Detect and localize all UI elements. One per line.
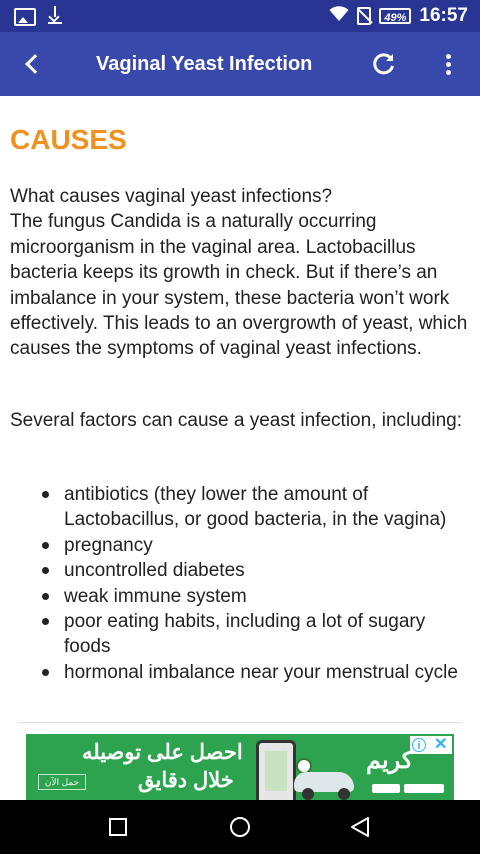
status-system-icons: 49% 16:57: [329, 5, 468, 27]
factors-paragraph: Several factors can cause a yeast infect…: [10, 410, 463, 431]
list-item: weak immune system: [42, 584, 468, 609]
refresh-button[interactable]: [368, 48, 400, 80]
home-circle-icon: [230, 817, 250, 837]
list-item: hormonal imbalance near your menstrual c…: [42, 660, 468, 685]
recent-apps-button[interactable]: [109, 818, 127, 836]
list-item: antibiotics (they lower the amount of La…: [42, 482, 468, 533]
car-wheel: [302, 788, 314, 800]
intro-paragraph: What causes vaginal yeast infections? Th…: [10, 184, 470, 362]
ad-subline: خلال دقايق: [138, 769, 234, 792]
app-store-badge: [372, 784, 400, 793]
list-item: uncontrolled diabetes: [42, 558, 468, 583]
ad-brand-logo: كريم: [366, 747, 414, 774]
intro-explanation: The fungus Candida is a naturally occurr…: [10, 211, 468, 360]
google-play-badge: [404, 784, 444, 793]
phone-illustration: [256, 740, 296, 800]
ad-headline: احصل على توصيله: [82, 741, 243, 764]
home-button[interactable]: [229, 816, 251, 838]
content-divider: [18, 722, 462, 723]
no-sim-icon: [357, 7, 372, 25]
back-triangle-icon: [351, 817, 369, 837]
ad-choices[interactable]: i ✕: [410, 736, 452, 754]
more-vertical-icon: [446, 54, 451, 59]
page-title: Vaginal Yeast Infection: [96, 53, 313, 75]
ad-close-icon[interactable]: ✕: [434, 736, 447, 754]
image-notification-icon: [14, 8, 36, 26]
status-clock: 16:57: [419, 5, 468, 26]
refresh-icon: [373, 53, 394, 75]
status-notifications: [14, 6, 62, 26]
app-toolbar: Vaginal Yeast Infection: [0, 32, 480, 96]
nav-back-button[interactable]: [349, 816, 371, 838]
ad-info-icon[interactable]: i: [412, 738, 426, 752]
list-item: pregnancy: [42, 533, 468, 558]
system-navigation-bar: [0, 800, 480, 854]
section-heading: CAUSES: [10, 124, 127, 155]
ad-banner[interactable]: احصل على توصيله خلال دقايق حمل الآن كريم: [26, 734, 454, 800]
wifi-icon: [329, 5, 349, 27]
article-content[interactable]: CAUSES What causes vaginal yeast infecti…: [0, 96, 480, 722]
back-button[interactable]: [16, 48, 48, 80]
battery-indicator: 49%: [379, 8, 412, 24]
car-wheel: [338, 788, 350, 800]
ad-download-button[interactable]: حمل الآن: [38, 774, 86, 790]
list-item: poor eating habits, including a lot of s…: [42, 609, 468, 660]
overflow-menu-button[interactable]: [432, 48, 464, 80]
status-bar: 49% 16:57: [0, 0, 480, 32]
download-notification-icon: [48, 6, 62, 24]
causes-list: antibiotics (they lower the amount of La…: [0, 482, 480, 685]
intro-question: What causes vaginal yeast infections?: [10, 186, 333, 207]
